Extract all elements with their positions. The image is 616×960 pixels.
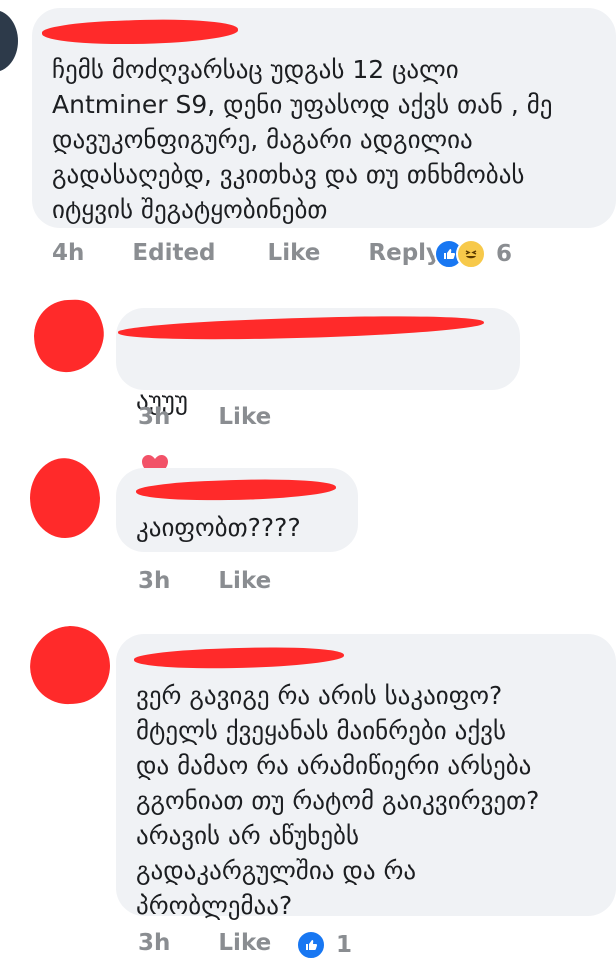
like-button[interactable]: Like — [268, 240, 321, 266]
comment-time: 3h — [138, 930, 171, 956]
reaction-count: 1 — [336, 932, 353, 958]
reaction-count: 6 — [496, 241, 513, 267]
avatar[interactable] — [30, 458, 100, 538]
comment-time: 3h — [138, 568, 171, 594]
comment-actions: 3h Like — [138, 930, 307, 956]
reactions[interactable]: 6 — [434, 239, 512, 269]
comment-text: კაიფობთ???? — [136, 513, 301, 542]
reactions[interactable]: 1 — [296, 930, 352, 960]
comment-text: ჩემს მოძღვარსაც უდგას 12 ცალი Antminer S… — [52, 55, 553, 224]
comment-actions: 3h Like — [138, 404, 307, 430]
haha-reaction-icon — [456, 239, 486, 269]
comment-actions: 4h Edited Like Reply — [52, 240, 477, 266]
comment-actions: 3h Like — [138, 568, 307, 594]
redacted-avatar — [30, 626, 110, 706]
avatar[interactable] — [30, 626, 110, 706]
like-button[interactable]: Like — [218, 568, 271, 594]
redacted-avatar — [34, 298, 104, 374]
like-reaction-icon — [296, 930, 326, 960]
comment-text: ვერ გავიგე რა არის საკაიფო? მტელს ქვეყან… — [136, 681, 540, 920]
avatar[interactable] — [0, 10, 18, 72]
redacted-avatar — [30, 458, 100, 538]
like-button[interactable]: Like — [218, 930, 271, 956]
comment-time: 4h — [52, 240, 85, 266]
edited-label: Edited — [132, 240, 216, 266]
avatar[interactable] — [34, 296, 104, 376]
reply-button[interactable]: Reply — [368, 240, 441, 266]
comment-time: 3h — [138, 404, 171, 430]
like-button[interactable]: Like — [218, 404, 271, 430]
